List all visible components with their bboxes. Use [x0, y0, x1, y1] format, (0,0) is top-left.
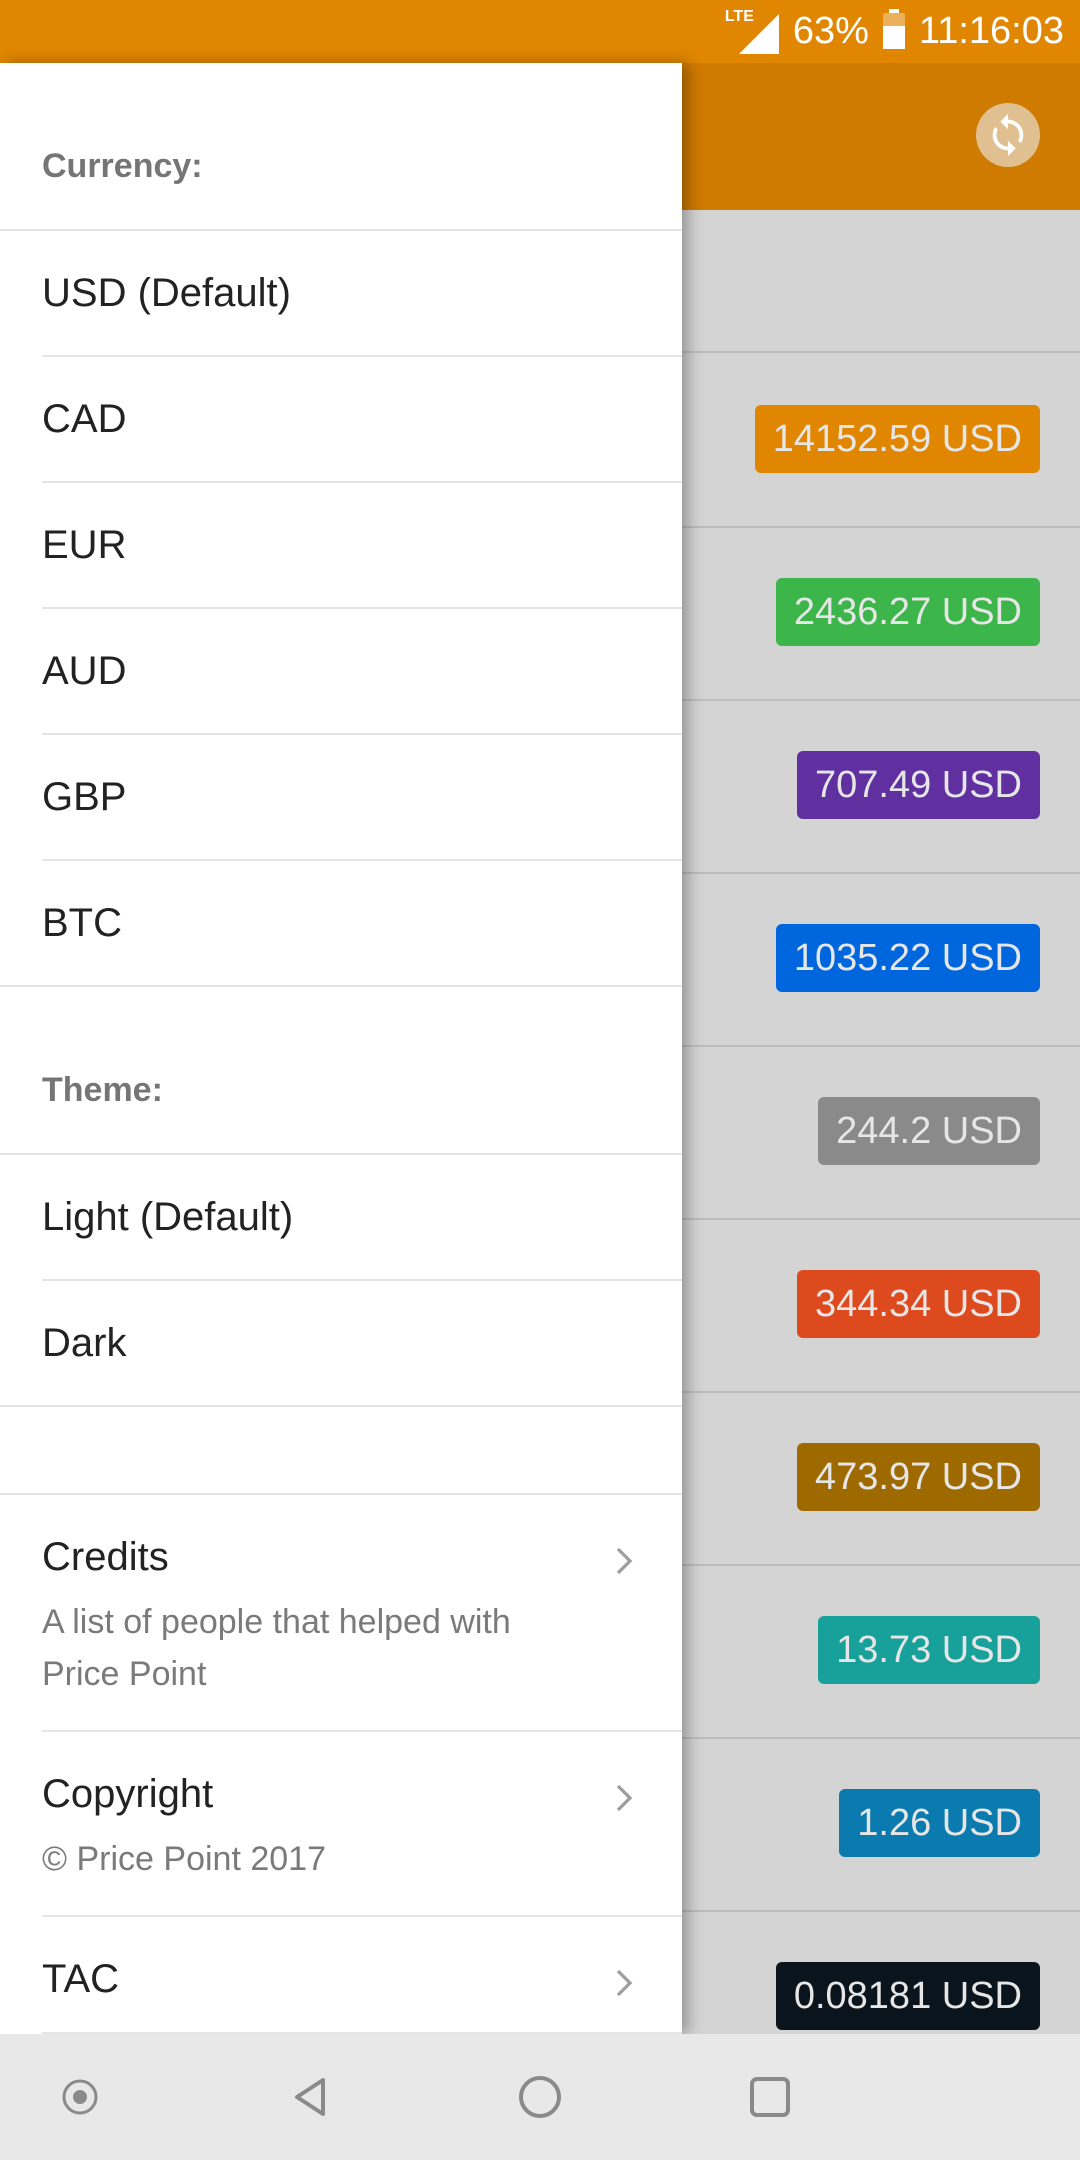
chevron-right-icon: [616, 1969, 633, 1997]
copyright-subtitle: © Price Point 2017: [42, 1840, 326, 1878]
theme-item-dark[interactable]: Dark: [0, 1281, 682, 1407]
refresh-button[interactable]: [976, 103, 1040, 167]
price-badge: 13.73 USD: [818, 1616, 1040, 1684]
currency-item-btc[interactable]: BTC: [0, 861, 682, 987]
dot-icon: [62, 2079, 98, 2115]
tac-item[interactable]: TAC: [42, 1917, 682, 2034]
currency-item-eur[interactable]: EUR: [42, 483, 682, 609]
price-badge: 14152.59 USD: [754, 405, 1040, 473]
currency-item-gbp[interactable]: GBP: [42, 735, 682, 861]
status-bar: LTE 63% 11:16:03: [0, 0, 1080, 63]
price-badge: 244.2 USD: [818, 1097, 1040, 1165]
settings-drawer: Currency: USD (Default) CAD EUR AUD GBP …: [0, 63, 682, 2034]
copyright-title: Copyright: [42, 1772, 214, 1816]
theme-item-light[interactable]: Light (Default): [42, 1155, 682, 1281]
chevron-right-icon: [616, 1547, 633, 1575]
price-badge: 344.34 USD: [796, 1270, 1040, 1338]
credits-title: Credits: [42, 1535, 169, 1579]
clock: 11:16:03: [918, 9, 1064, 52]
theme-header: Theme:: [0, 987, 682, 1155]
chevron-right-icon: [616, 1784, 633, 1812]
price-badge: 707.49 USD: [796, 751, 1040, 819]
price-badge: 0.08181 USD: [775, 1962, 1040, 2030]
currency-item-cad[interactable]: CAD: [42, 357, 682, 483]
credits-subtitle: A list of people that helped with Price …: [42, 1603, 511, 1693]
price-badge: 2436.27 USD: [775, 578, 1040, 646]
credits-item[interactable]: Credits A list of people that helped wit…: [42, 1495, 682, 1732]
tac-title: TAC: [42, 1957, 120, 2001]
recents-button[interactable]: [740, 2067, 800, 2127]
dot-button[interactable]: [50, 2067, 110, 2127]
currency-item-aud[interactable]: AUD: [42, 609, 682, 735]
back-icon: [295, 2078, 325, 2116]
battery-icon: [882, 9, 905, 49]
signal-icon: LTE: [715, 6, 779, 56]
copyright-item[interactable]: Copyright © Price Point 2017: [42, 1732, 682, 1917]
price-badge: 1035.22 USD: [775, 924, 1040, 992]
battery-percent: 63%: [792, 9, 869, 52]
back-button[interactable]: [280, 2067, 340, 2127]
currency-header: Currency:: [0, 63, 682, 231]
home-button[interactable]: [510, 2067, 570, 2127]
home-icon: [519, 2076, 561, 2118]
divider: [0, 1407, 682, 1495]
price-badge: 1.26 USD: [839, 1789, 1040, 1857]
price-badge: 473.97 USD: [796, 1443, 1040, 1511]
navigation-bar: [0, 2034, 1080, 2160]
currency-item-usd[interactable]: USD (Default): [42, 231, 682, 357]
recents-icon: [750, 2077, 790, 2117]
refresh-icon: [992, 113, 1024, 157]
